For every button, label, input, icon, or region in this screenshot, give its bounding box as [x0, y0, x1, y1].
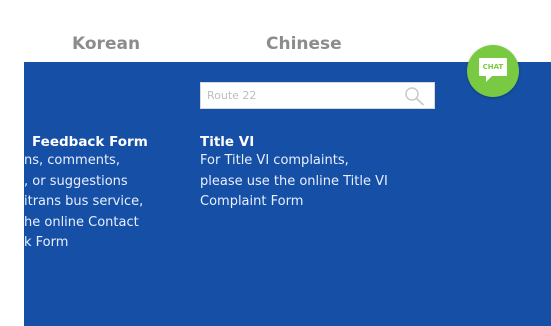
- title-vi-line[interactable]: Complaint Form: [200, 192, 460, 213]
- route-search: [200, 82, 435, 109]
- feedback-form-section: Feedback Form ns, comments, , or suggest…: [0, 133, 180, 254]
- feedback-line: , or suggestions: [24, 173, 128, 189]
- title-vi-line[interactable]: please use the online Title VI: [200, 172, 460, 193]
- language-bar: Korean Chinese: [0, 0, 551, 62]
- feedback-line: ns, comments,: [24, 153, 120, 168]
- title-vi-line: For Title VI complaints,: [200, 153, 349, 168]
- title-vi-heading[interactable]: Title VI: [200, 133, 460, 151]
- feedback-line: itrans bus service,: [24, 194, 144, 209]
- route-search-input[interactable]: [201, 83, 407, 108]
- feedback-contact-form-link[interactable]: k Form: [24, 233, 180, 254]
- page: Korean Chinese Feedback Form ns, comment…: [0, 0, 551, 326]
- chat-button[interactable]: CHAT: [467, 45, 519, 97]
- feedback-form-link[interactable]: Feedback Form: [32, 133, 180, 151]
- chat-label: CHAT: [482, 63, 504, 71]
- language-link-chinese[interactable]: Chinese: [266, 34, 342, 54]
- language-link-korean[interactable]: Korean: [72, 34, 140, 54]
- title-vi-section: Title VI For Title VI complaints, please…: [200, 133, 460, 213]
- feedback-contact-form-link[interactable]: he online Contact: [24, 213, 180, 234]
- feedback-form-text: ns, comments, , or suggestions itrans bu…: [0, 151, 180, 254]
- search-icon[interactable]: [404, 86, 426, 106]
